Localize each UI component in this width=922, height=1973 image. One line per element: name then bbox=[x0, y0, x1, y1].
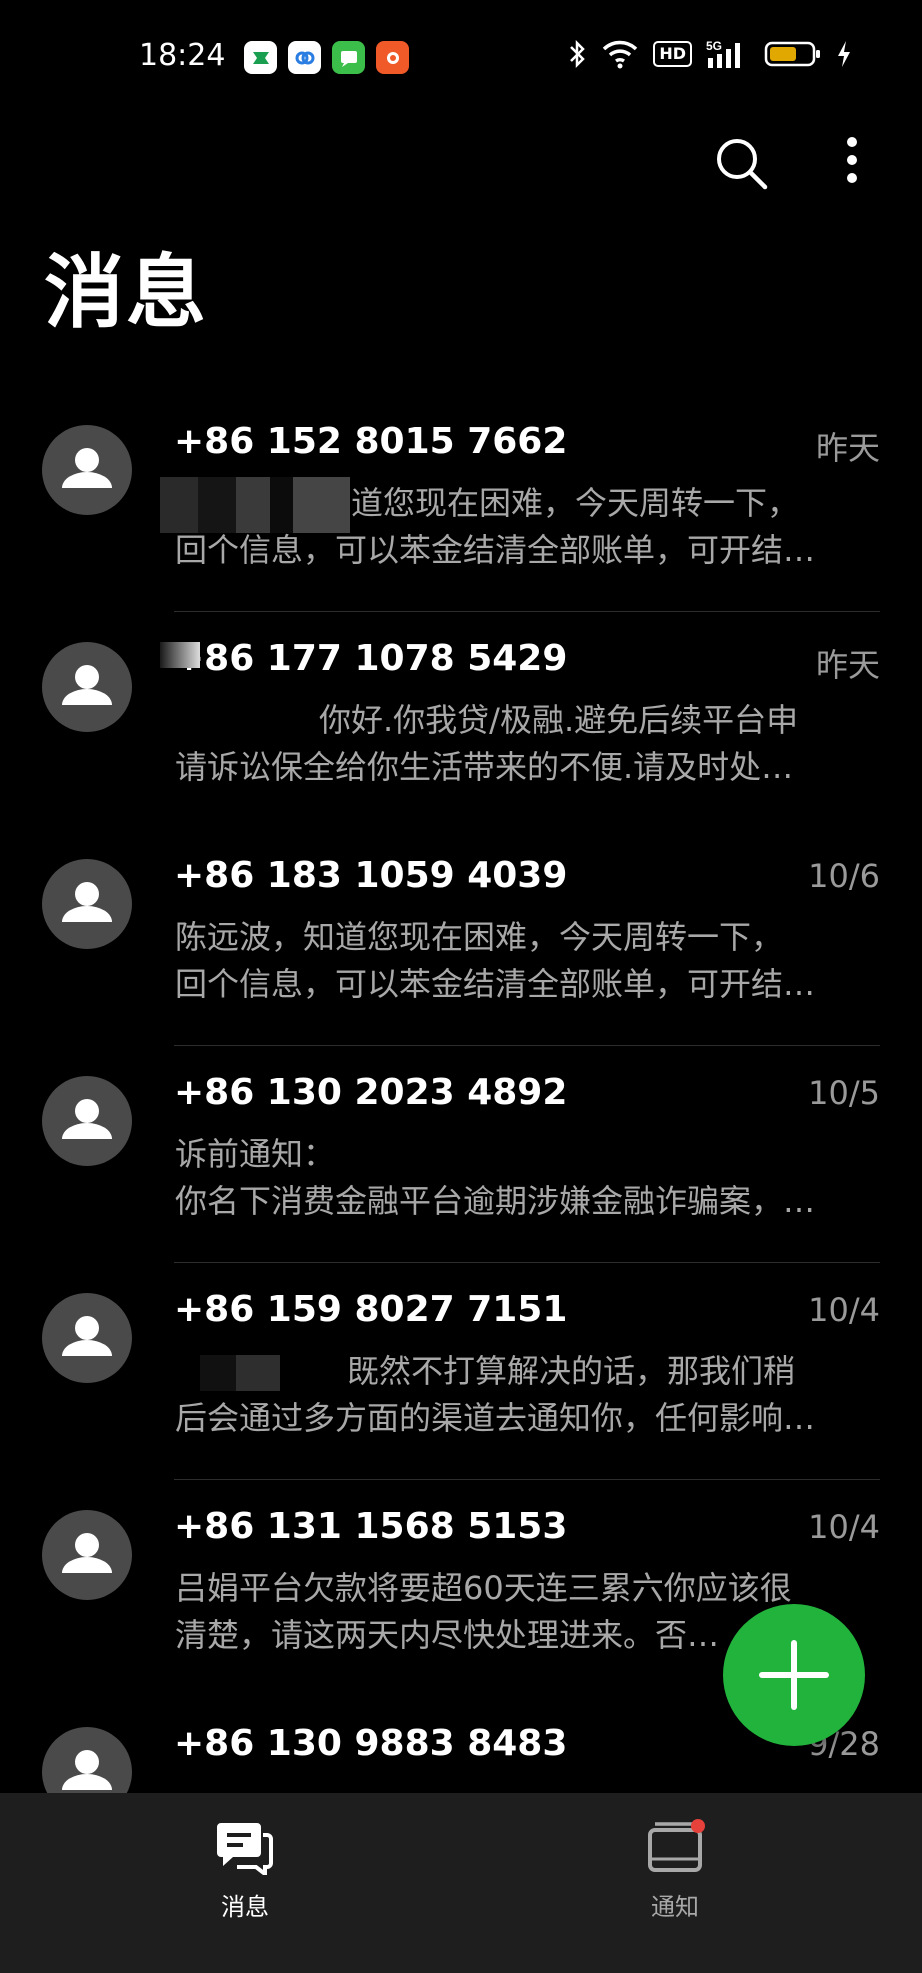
snippet-line-2: 回个信息，可以苯金结清全部账单，可开结… bbox=[175, 965, 816, 1003]
snippet-line-2: 你名下消费金融平台逾期涉嫌金融诈骗案，… bbox=[175, 1182, 816, 1220]
conversation-date: 10/4 bbox=[808, 1291, 880, 1329]
snippet-line-2: 请诉讼保全给你生活带来的不便.请及时处… bbox=[175, 748, 794, 786]
snippet-line-2: 回个信息，可以苯金结清全部账单，可开结… bbox=[175, 531, 816, 569]
status-time: 18:24 bbox=[139, 38, 226, 73]
plus-icon bbox=[759, 1640, 829, 1710]
svg-text:5G: 5G bbox=[706, 39, 722, 53]
bluetooth-icon bbox=[570, 39, 586, 69]
message-snippet: 陈远波，知道您现在困难，今天周转一下， 回个信息，可以苯金结清全部账单，可开结… bbox=[175, 914, 880, 1008]
tab-messages-label: 消息 bbox=[221, 1893, 269, 1921]
snippet-line-1: 既然不打算解决的话，那我们稍 bbox=[347, 1352, 796, 1390]
sender-number: +86 131 1568 5153 bbox=[174, 1506, 568, 1547]
avatar bbox=[42, 859, 132, 949]
hd-badge: HD bbox=[653, 41, 692, 67]
sender-number: +86 130 9883 8483 bbox=[174, 1723, 568, 1764]
app-icon-blue bbox=[288, 41, 321, 74]
more-vert-icon bbox=[847, 137, 857, 183]
tab-messages[interactable]: 消息 bbox=[145, 1819, 345, 1922]
conversation-item[interactable]: +86 159 8027 7151 10/4 既然不打算解决的话，那我们稍 后会… bbox=[0, 1263, 922, 1480]
app-icon-message bbox=[332, 41, 365, 74]
redacted-name-mosaic bbox=[160, 642, 200, 668]
avatar bbox=[42, 1510, 132, 1600]
charging-icon bbox=[838, 41, 850, 67]
snippet-line-1: 陈远波，知道您现在困难，今天周转一下， bbox=[175, 918, 784, 956]
conversation-date: 10/6 bbox=[808, 857, 880, 895]
conversation-item[interactable]: +86 130 2023 4892 10/5 诉前通知： 你名下消费金融平台逾期… bbox=[0, 1046, 922, 1263]
sender-number: +86 177 1078 5429 bbox=[174, 638, 568, 679]
app-icon-orange bbox=[376, 41, 409, 74]
avatar bbox=[42, 425, 132, 515]
snippet-line-2: 后会通过多方面的渠道去通知你，任何影响… bbox=[175, 1399, 816, 1437]
wifi-icon bbox=[603, 40, 638, 69]
page-title: 消息 bbox=[44, 246, 208, 339]
sender-number: +86 159 8027 7151 bbox=[174, 1289, 568, 1330]
status-app-icons bbox=[244, 41, 409, 74]
conversation-date: 10/4 bbox=[808, 1508, 880, 1546]
more-options-button[interactable] bbox=[832, 130, 872, 194]
snippet-line-1: 你好.你我贷/极融.避免后续平台申 bbox=[319, 701, 799, 739]
app-icon-green bbox=[244, 41, 277, 74]
conversation-date: 10/5 bbox=[808, 1074, 880, 1112]
avatar bbox=[42, 1293, 132, 1383]
sender-number: +86 183 1059 4039 bbox=[174, 855, 568, 896]
conversation-item[interactable]: +86 152 8015 7662 昨天 知道您现在困难，今天周转一下， 回个信… bbox=[0, 395, 922, 612]
message-snippet: 你好.你我贷/极融.避免后续平台申 请诉讼保全给你生活带来的不便.请及时处… bbox=[175, 697, 880, 791]
conversation-item[interactable]: +86 177 1078 5429 昨天 你好.你我贷/极融.避免后续平台申 请… bbox=[0, 612, 922, 829]
search-icon bbox=[717, 139, 768, 190]
tab-notifications-label: 通知 bbox=[651, 1893, 699, 1921]
bottom-navigation: 消息 通知 bbox=[0, 1793, 922, 1973]
sender-number: +86 152 8015 7662 bbox=[174, 421, 568, 462]
new-message-button[interactable] bbox=[723, 1604, 865, 1746]
battery-icon bbox=[764, 41, 820, 67]
sender-number: +86 130 2023 4892 bbox=[174, 1072, 568, 1113]
message-snippet: 既然不打算解决的话，那我们稍 后会通过多方面的渠道去通知你，任何影响… bbox=[175, 1348, 880, 1442]
avatar bbox=[42, 1076, 132, 1166]
message-snippet: 诉前通知： 你名下消费金融平台逾期涉嫌金融诈骗案，… bbox=[175, 1131, 880, 1225]
status-system-icons: HD 5G bbox=[567, 38, 852, 70]
search-button[interactable] bbox=[710, 130, 774, 194]
redacted-name-mosaic bbox=[200, 1355, 280, 1391]
snippet-line-1: 诉前通知： bbox=[175, 1135, 336, 1173]
chat-bubble-icon bbox=[217, 1823, 273, 1879]
snippet-line-1: 吕娟平台欠款将要超60天连三累六你应该很 bbox=[175, 1569, 792, 1607]
notification-badge bbox=[691, 1819, 705, 1833]
redacted-name-mosaic bbox=[160, 477, 350, 533]
tab-notifications[interactable]: 通知 bbox=[575, 1819, 775, 1922]
avatar bbox=[42, 642, 132, 732]
conversation-date: 昨天 bbox=[815, 646, 880, 684]
status-bar: 18:24 HD 5G bbox=[0, 0, 922, 118]
conversation-item[interactable]: +86 183 1059 4039 10/6 陈远波，知道您现在困难，今天周转一… bbox=[0, 829, 922, 1046]
conversation-date: 昨天 bbox=[815, 429, 880, 467]
signal-5g-icon: 5G bbox=[706, 39, 740, 68]
